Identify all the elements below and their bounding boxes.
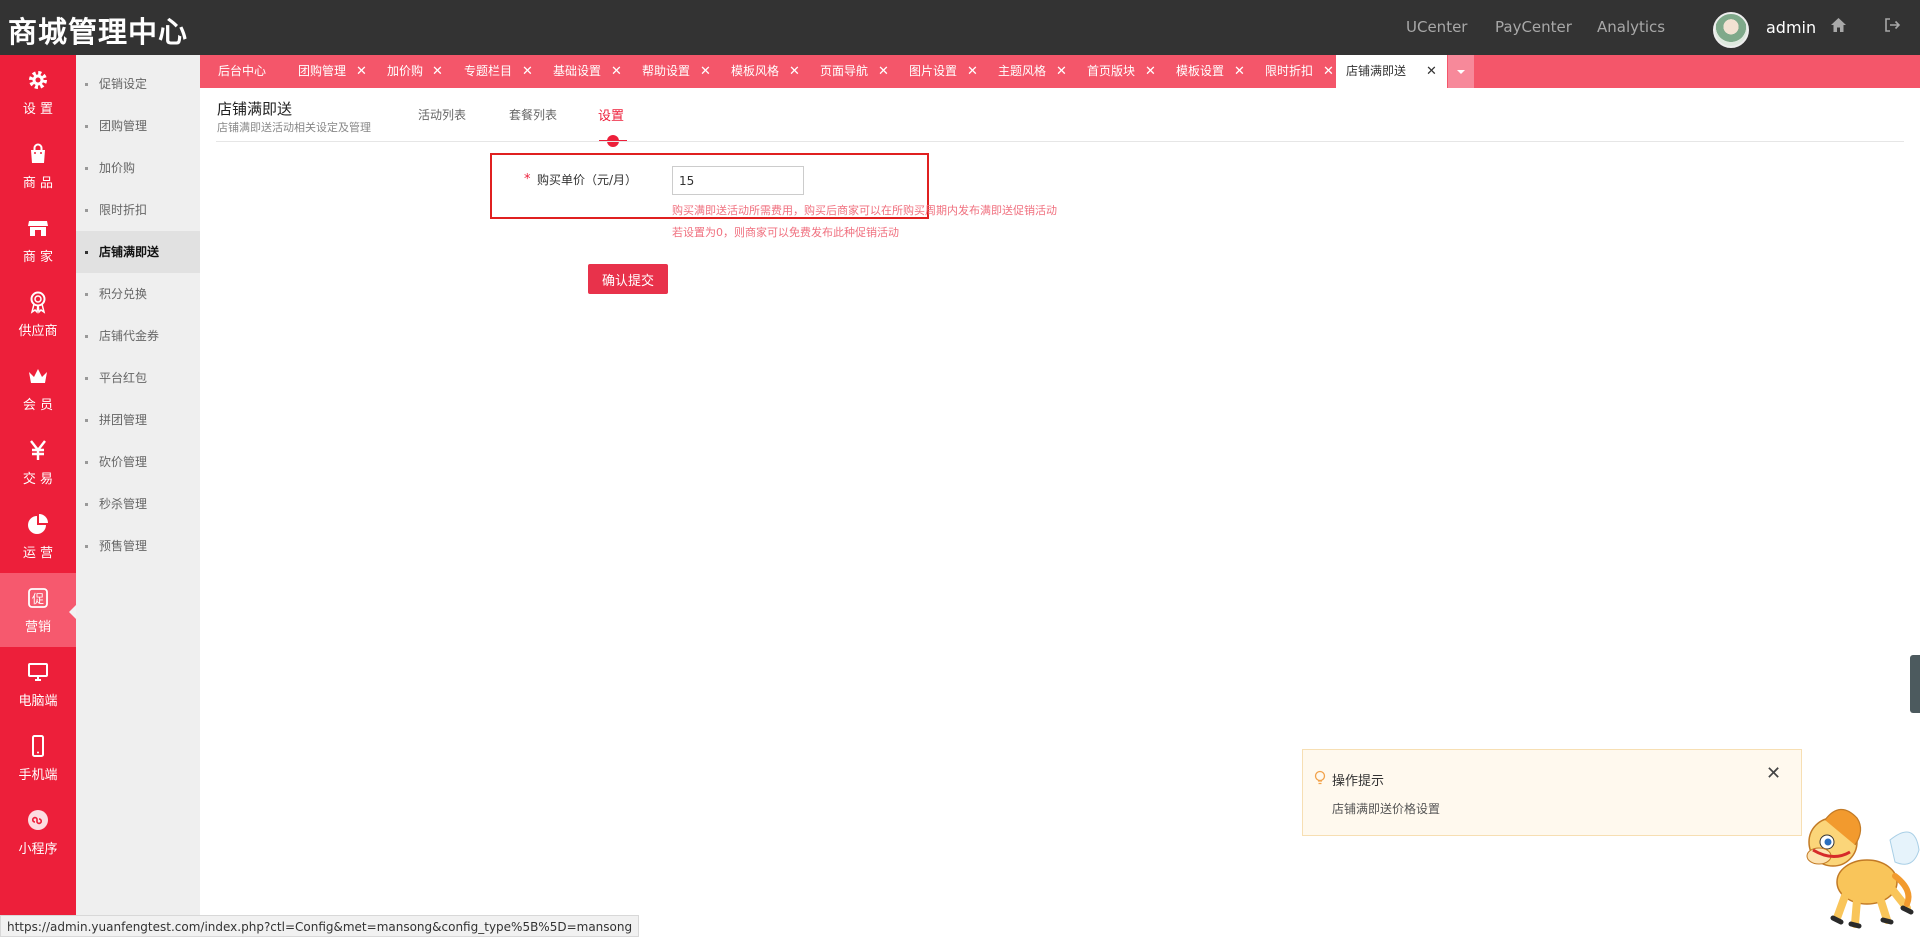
sidebar-item-mini-program[interactable]: 小程序 (0, 795, 76, 869)
tab-activity-list[interactable]: 活动列表 (418, 106, 466, 123)
sidebar-item-suppliers[interactable]: 供应商 (0, 277, 76, 351)
tab-close-icon[interactable]: ✕ (789, 55, 800, 88)
sidebar-item-settings[interactable]: 设 置 (0, 55, 76, 129)
tab-item[interactable]: 限时折扣 ✕ (1247, 55, 1336, 88)
operation-tip-panel: 操作提示 店铺满即送价格设置 ✕ (1302, 749, 1802, 836)
required-mark: * (524, 172, 531, 187)
submit-button[interactable]: 确认提交 (588, 264, 668, 294)
tab-close-icon[interactable]: ✕ (1426, 55, 1437, 88)
tab-close-icon[interactable]: ✕ (1056, 55, 1067, 88)
lightbulb-icon (1314, 770, 1326, 785)
tab-close-icon[interactable]: ✕ (611, 55, 622, 88)
tab-close-icon[interactable]: ✕ (878, 55, 889, 88)
tab-close-icon[interactable]: ✕ (1145, 55, 1156, 88)
tab-close-icon[interactable]: ✕ (432, 55, 443, 88)
price-hint: 购买满即送活动所需费用，购买后商家可以在所购买周期内发布满即送促销活动 (672, 204, 1057, 217)
gear-icon (29, 71, 47, 89)
tip-text: 店铺满即送价格设置 (1332, 802, 1441, 816)
main-sidebar: 设 置 商 品 商 家 供应商 会 员 交 易 运 营 促 营销 电脑端 手机端… (0, 55, 76, 937)
sidebar-item-operations[interactable]: 运 营 (0, 499, 76, 573)
tab-close-icon[interactable]: ✕ (967, 55, 978, 88)
tab-close-icon[interactable]: ✕ (522, 55, 533, 88)
tab-item[interactable]: 模板设置 ✕ (1158, 55, 1247, 88)
tab-close-icon[interactable]: ✕ (1234, 55, 1245, 88)
active-indicator (69, 605, 76, 619)
sidebar-item-members[interactable]: 会 员 (0, 351, 76, 425)
store-icon (28, 221, 48, 236)
price-input[interactable] (672, 166, 804, 195)
tab-item[interactable]: 图片设置 ✕ (891, 55, 980, 88)
open-tabs-bar: 后台中心 团购管理 ✕ 加价购 ✕ 专题栏目 ✕ 基础设置 ✕ 帮助设置 ✕ 模板风格 ✕ … (200, 55, 1920, 88)
price-hint-free: 若设置为0，则商家可以免费发布此种促销活动 (672, 226, 899, 239)
tab-close-icon[interactable]: ✕ (356, 55, 367, 88)
subnav-item[interactable]: 预售管理 (76, 525, 200, 567)
tab-item[interactable]: 加价购 ✕ (369, 55, 447, 88)
side-panel-handle[interactable] (1910, 655, 1920, 713)
tab-close-icon[interactable]: ✕ (1323, 55, 1334, 88)
tab-item[interactable]: 首页版块 ✕ (1069, 55, 1158, 88)
tab-item[interactable]: 帮助设置 ✕ (624, 55, 713, 88)
subnav-item[interactable]: 加价购 (76, 147, 200, 189)
subnav-item[interactable]: 店铺代金券 (76, 315, 200, 357)
monitor-icon (28, 663, 48, 681)
top-bar: 商城管理中心 UCenter PayCenter Analytics admin (0, 0, 1920, 55)
sidebar-item-marketing[interactable]: 促 营销 (0, 573, 76, 647)
sidebar-item-merchants[interactable]: 商 家 (0, 203, 76, 277)
tab-settings[interactable]: 设置 (598, 105, 624, 124)
tab-item[interactable]: 后台中心 (200, 55, 278, 88)
divider (216, 141, 1904, 142)
price-label: 购买单价（元/月） (537, 173, 638, 187)
tab-package-list[interactable]: 套餐列表 (509, 106, 557, 123)
sidebar-item-goods[interactable]: 商 品 (0, 129, 76, 203)
username[interactable]: admin (1766, 0, 1816, 55)
tip-title: 操作提示 (1332, 774, 1385, 789)
sub-sidebar: 促销设定 团购管理 加价购 限时折扣 店铺满即送 积分兑换 店铺代金券 平台红包… (76, 55, 200, 937)
subnav-item[interactable]: 限时折扣 (76, 189, 200, 231)
brand-title: 商城管理中心 (8, 15, 189, 49)
subnav-item[interactable]: 秒杀管理 (76, 483, 200, 525)
analytics-link[interactable]: Analytics (1597, 0, 1665, 55)
tab-item[interactable]: 基础设置 ✕ (535, 55, 624, 88)
pie-chart-icon (28, 514, 48, 534)
tab-item[interactable]: 模板风格 ✕ (713, 55, 802, 88)
tab-item[interactable]: 团购管理 ✕ (280, 55, 369, 88)
link-preview-statusbar: https://admin.yuanfengtest.com/index.php… (0, 915, 640, 937)
tab-item[interactable]: 页面导航 ✕ (802, 55, 891, 88)
page-title: 店铺满即送 (217, 100, 293, 118)
svg-text:促: 促 (32, 592, 44, 606)
subnav-item[interactable]: 团购管理 (76, 105, 200, 147)
tab-item[interactable]: 专题栏目 ✕ (446, 55, 535, 88)
yen-icon (30, 440, 46, 460)
promo-icon: 促 (28, 588, 48, 608)
home-icon[interactable] (1830, 17, 1847, 38)
tab-close-icon[interactable]: ✕ (700, 55, 711, 88)
subnav-item[interactable]: 促销设定 (76, 63, 200, 105)
sidebar-item-trade[interactable]: 交 易 (0, 425, 76, 499)
tab-item-active[interactable]: 店铺满即送 ✕ (1336, 55, 1447, 88)
sidebar-item-pc[interactable]: 电脑端 (0, 647, 76, 721)
award-icon (30, 291, 46, 314)
paycenter-link[interactable]: PayCenter (1495, 0, 1572, 55)
phone-icon (32, 735, 44, 757)
bag-icon (31, 143, 45, 163)
subnav-item[interactable]: 砍价管理 (76, 441, 200, 483)
subnav-item[interactable]: 平台红包 (76, 357, 200, 399)
tab-item[interactable]: 主题风格 ✕ (980, 55, 1069, 88)
sidebar-item-mobile[interactable]: 手机端 (0, 721, 76, 795)
avatar[interactable] (1713, 12, 1749, 48)
page-subtitle: 店铺满即送活动相关设定及管理 (217, 121, 371, 134)
logout-icon[interactable] (1884, 17, 1901, 38)
subnav-item[interactable]: 积分兑换 (76, 273, 200, 315)
close-icon[interactable]: ✕ (1766, 764, 1781, 784)
subnav-item[interactable]: 拼团管理 (76, 399, 200, 441)
ucenter-link[interactable]: UCenter (1406, 0, 1467, 55)
mascot-pony-icon[interactable] (1795, 800, 1920, 930)
tab-dropdown-button[interactable] (1448, 55, 1474, 88)
subnav-item-active[interactable]: 店铺满即送 (76, 231, 200, 273)
mini-program-icon (28, 810, 48, 830)
crown-icon (29, 369, 47, 383)
